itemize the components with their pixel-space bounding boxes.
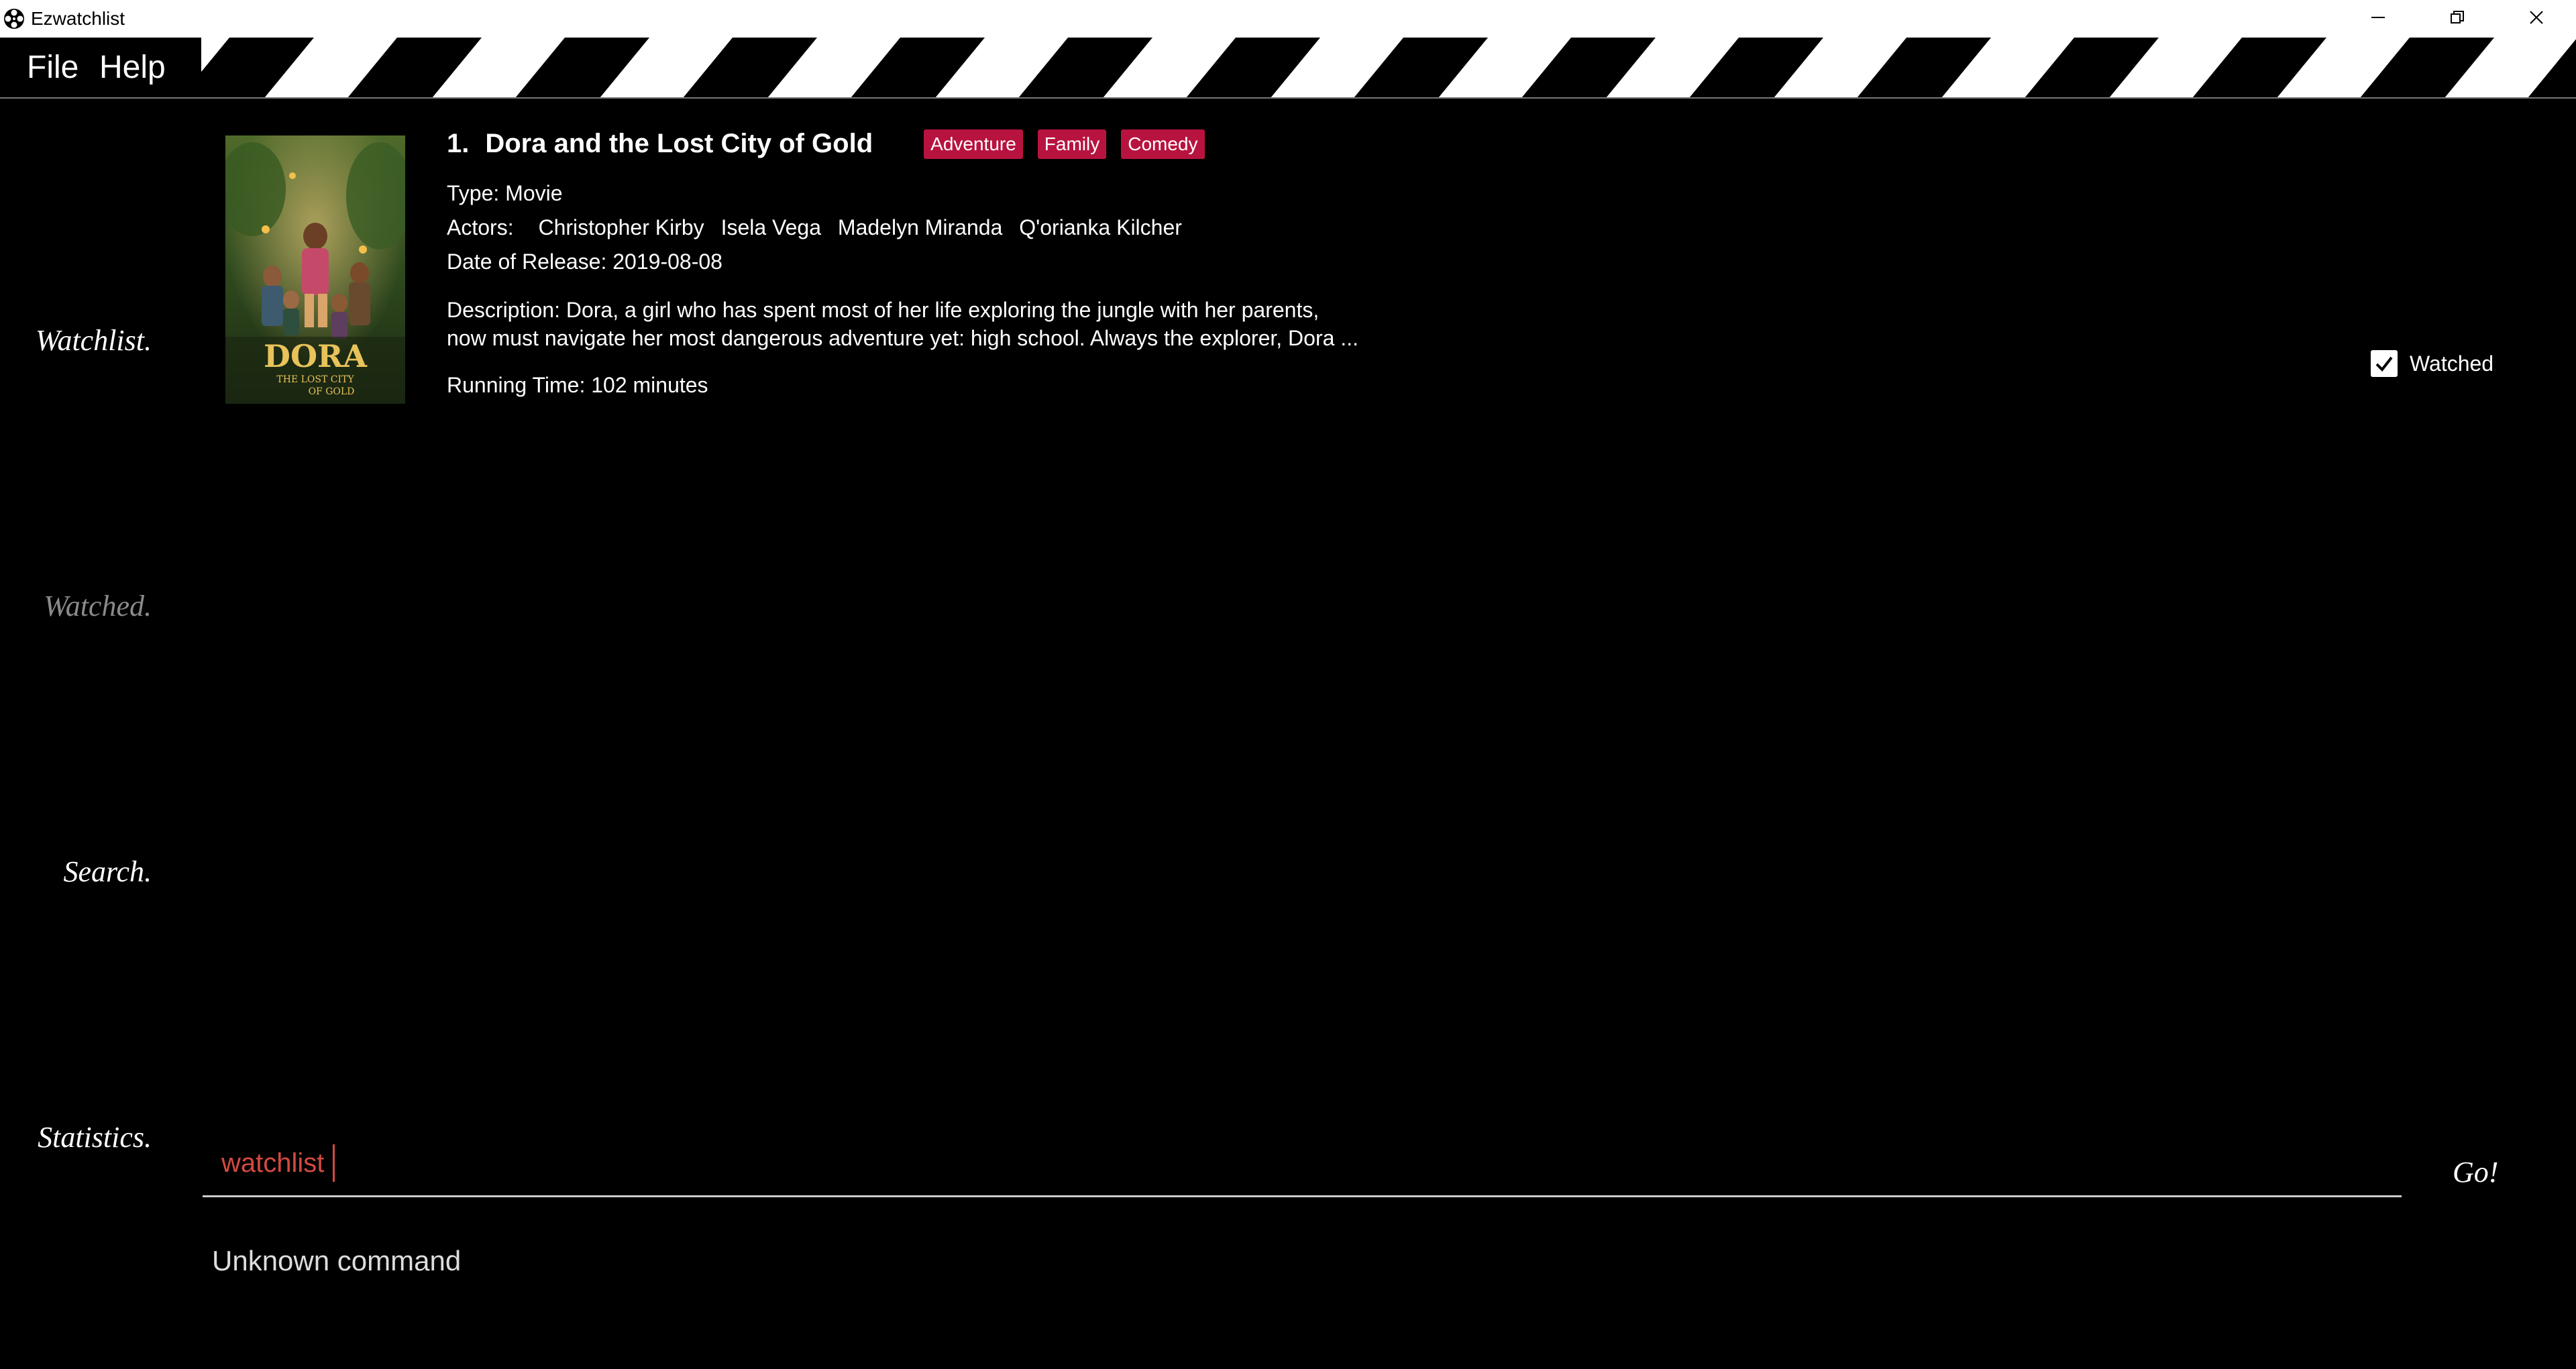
window-title-bar: Ezwatchlist [0,0,2576,38]
movie-actors: Actors: Christopher Kirby Isela Vega Mad… [447,213,1182,242]
actor-name: Madelyn Miranda [837,215,1003,239]
poster-subtitle-b: OF GOLD [309,386,355,397]
nav-statistics[interactable]: Statistics. [38,1119,152,1156]
genre-tag: Adventure [924,129,1023,159]
movie-description-line-1: Description: Dora, a girl who has spent … [447,298,1320,322]
command-underline [203,1195,2402,1197]
movie-running-time: Running Time: 102 minutes [447,373,708,397]
minimize-icon [2370,9,2386,28]
movie-title-row: 1. Dora and the Lost City of Gold Advent… [447,129,1220,159]
menu-bar: File Help [0,38,2576,98]
watched-checkbox[interactable] [2371,350,2398,377]
window-title: Ezwatchlist [31,8,125,29]
genre-tags: Adventure Family Comedy [924,129,1219,159]
movie-index: 1. [447,129,470,158]
watched-label: Watched [2410,351,2494,376]
movie-poster: DORA THE LOST CITY OF GOLD [225,135,405,404]
close-button[interactable] [2497,0,2576,38]
text-cursor [333,1144,335,1182]
command-result: Unknown command [212,1245,462,1276]
poster-title: DORA [264,338,368,374]
actors-label: Actors: [447,215,514,239]
menu-help[interactable]: Help [99,47,166,89]
nav-watchlist[interactable]: Watchlist. [36,322,152,360]
actor-name: Isela Vega [720,215,822,239]
menu-divider [0,97,2576,99]
poster-subtitle-a: THE LOST CITY [276,374,354,385]
menu-file[interactable]: File [27,47,78,89]
actor-name: Q'orianka Kilcher [1019,215,1182,239]
restore-button[interactable] [2418,0,2497,38]
movie-type: Type: Movie [447,181,563,205]
movie-description-line-2: now must navigate her most dangerous adv… [447,326,1358,350]
genre-tag: Family [1037,129,1107,159]
clapperboard-stripes [180,38,2576,98]
restore-icon [2449,9,2465,28]
movie-title: Dora and the Lost City of Gold [485,129,873,158]
checkmark-icon [2371,356,2398,380]
nav-search[interactable]: Search. [63,853,152,891]
close-icon [2528,9,2544,28]
command-input[interactable] [221,1143,2381,1183]
nav-watched[interactable]: Watched. [44,588,152,625]
genre-tag: Comedy [1121,129,1205,159]
film-reel-icon [3,7,25,30]
minimize-button[interactable] [2339,0,2418,38]
actor-name: Christopher Kirby [538,215,704,239]
go-button[interactable]: Go! [2453,1155,2498,1189]
movie-release-date: Date of Release: 2019-08-08 [447,250,722,274]
